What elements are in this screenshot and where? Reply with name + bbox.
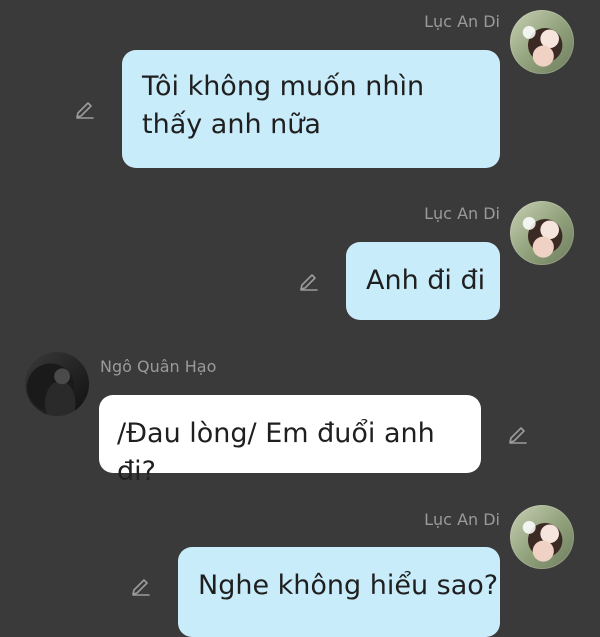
avatar[interactable] xyxy=(510,10,574,74)
sender-name: Ngô Quân Hạo xyxy=(100,357,217,376)
pencil-icon[interactable] xyxy=(73,98,97,122)
avatar[interactable] xyxy=(510,201,574,265)
message-text: /Đau lòng/ Em đuổi anh đi? xyxy=(117,418,435,487)
sender-name: Lục An Di xyxy=(424,12,500,31)
chat-thread: Lục An Di Tôi không muốn nhìn thấy anh n… xyxy=(0,0,600,637)
message-text: Anh đi đi xyxy=(366,265,486,296)
message-bubble[interactable]: Nghe không hiểu sao? xyxy=(178,547,500,637)
pencil-icon[interactable] xyxy=(506,423,530,447)
message-bubble[interactable]: Tôi không muốn nhìn thấy anh nữa xyxy=(122,50,500,168)
message-text: Nghe không hiểu sao? xyxy=(198,570,499,601)
message-bubble[interactable]: /Đau lòng/ Em đuổi anh đi? xyxy=(99,395,481,487)
pencil-icon[interactable] xyxy=(129,575,153,599)
avatar[interactable] xyxy=(510,505,574,569)
message-text: Tôi không muốn nhìn thấy anh nữa xyxy=(142,71,425,140)
sender-name: Lục An Di xyxy=(424,510,500,529)
avatar[interactable] xyxy=(25,352,89,416)
sender-name: Lục An Di xyxy=(424,204,500,223)
pencil-icon[interactable] xyxy=(297,270,321,294)
message-bubble[interactable]: Anh đi đi xyxy=(346,242,500,320)
